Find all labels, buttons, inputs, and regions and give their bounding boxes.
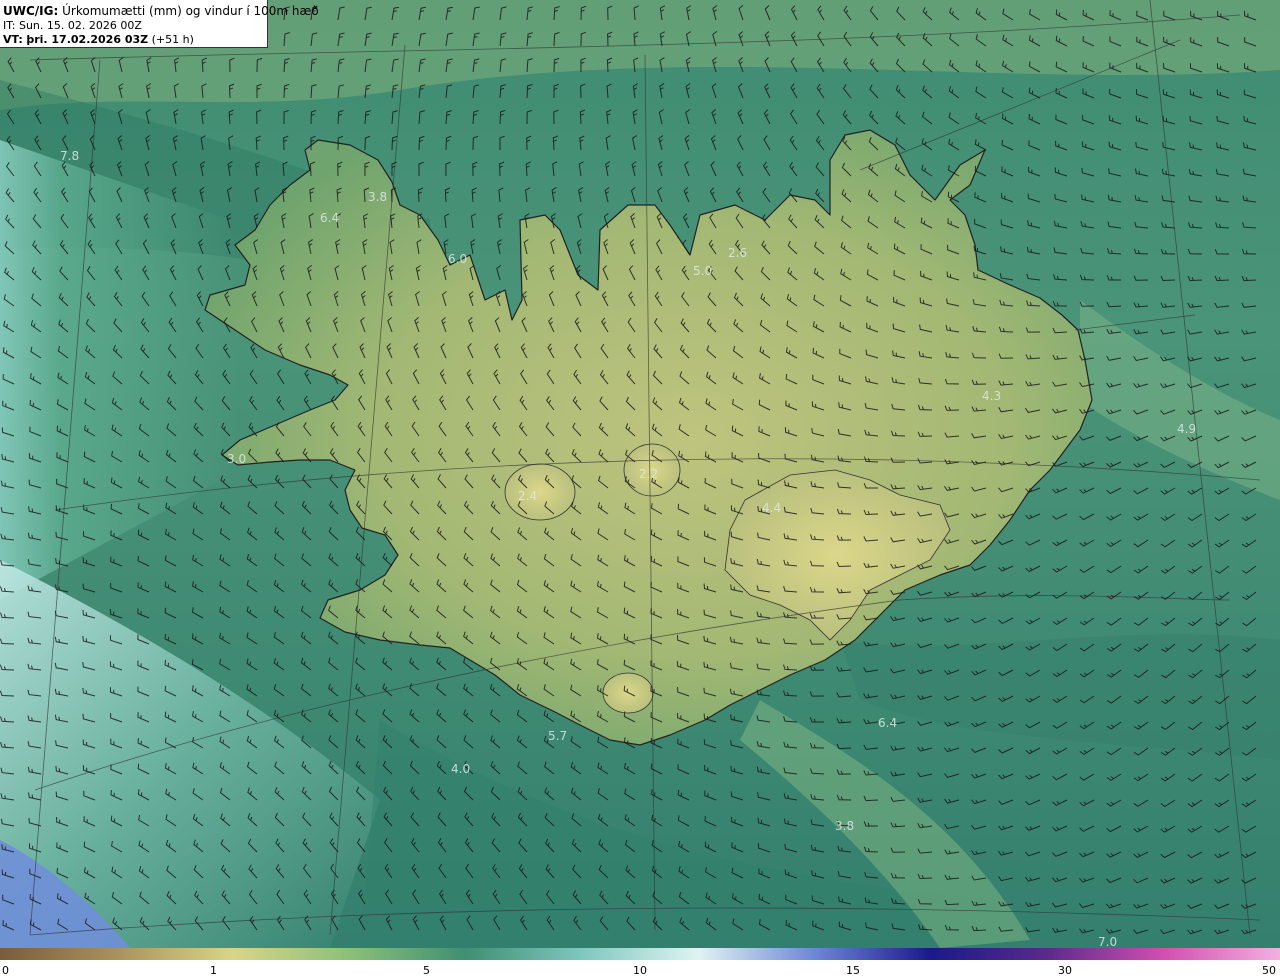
value-label: 3.0	[227, 452, 246, 466]
value-label: 2.6	[728, 246, 747, 260]
value-label: 5.0	[693, 264, 712, 278]
value-label: 4.3	[982, 389, 1001, 403]
colorbar-tick: 30	[1058, 964, 1072, 977]
valid-time-line: VT: þri. 17.02.2026 03Z (+51 h)	[3, 33, 267, 47]
colorbar-tick: 15	[846, 964, 860, 977]
valid-prefix: VT:	[3, 33, 23, 46]
init-time: IT: Sun. 15. 02. 2026 00Z	[3, 19, 142, 32]
colorbar-tick: 0	[2, 964, 9, 977]
lead-time: (+51 h)	[151, 33, 194, 46]
value-label: 2.4	[518, 489, 537, 503]
colorbar: 0 1 5 10 15 30 50	[0, 948, 1280, 978]
map-viewer: 7.8 3.8 6.4 6.0 2.6 5.0 4.3 4.9 3.0 2.4 …	[0, 0, 1280, 978]
product-title: Úrkomumætti (mm) og vindur í 100m hæð	[62, 4, 319, 18]
value-label: 5.7	[548, 729, 567, 743]
forecast-info-box: UWC/IG: Úrkomumætti (mm) og vindur í 100…	[0, 0, 319, 48]
value-label: 6.4	[320, 211, 339, 225]
value-label: 6.4	[878, 716, 897, 730]
ice-cap-langjokull	[504, 463, 576, 521]
colorbar-gradient	[0, 948, 1280, 960]
value-label: 4.9	[1177, 422, 1196, 436]
colorbar-tick: 1	[210, 964, 217, 977]
colorbar-tick: 5	[423, 964, 430, 977]
colorbar-strip	[0, 948, 1280, 960]
value-label: 4.4	[762, 501, 781, 515]
value-label: 3.8	[368, 190, 387, 204]
colorbar-tick: 50	[1262, 964, 1276, 977]
value-label: 4.0	[451, 762, 470, 776]
value-label: 3.8	[835, 819, 854, 833]
value-label: 7.0	[1098, 935, 1117, 948]
colorbar-tick: 10	[633, 964, 647, 977]
value-label: 2.2	[639, 467, 658, 481]
precipitation-wind-map: 7.8 3.8 6.4 6.0 2.6 5.0 4.3 4.9 3.0 2.4 …	[0, 0, 1280, 948]
value-label: 7.8	[60, 149, 79, 163]
info-title-line: UWC/IG: Úrkomumætti (mm) og vindur í 100…	[3, 4, 319, 19]
valid-time: þri. 17.02.2026 03Z	[26, 33, 149, 46]
value-label: 6.0	[448, 252, 467, 266]
product-code: UWC/IG:	[3, 4, 59, 18]
